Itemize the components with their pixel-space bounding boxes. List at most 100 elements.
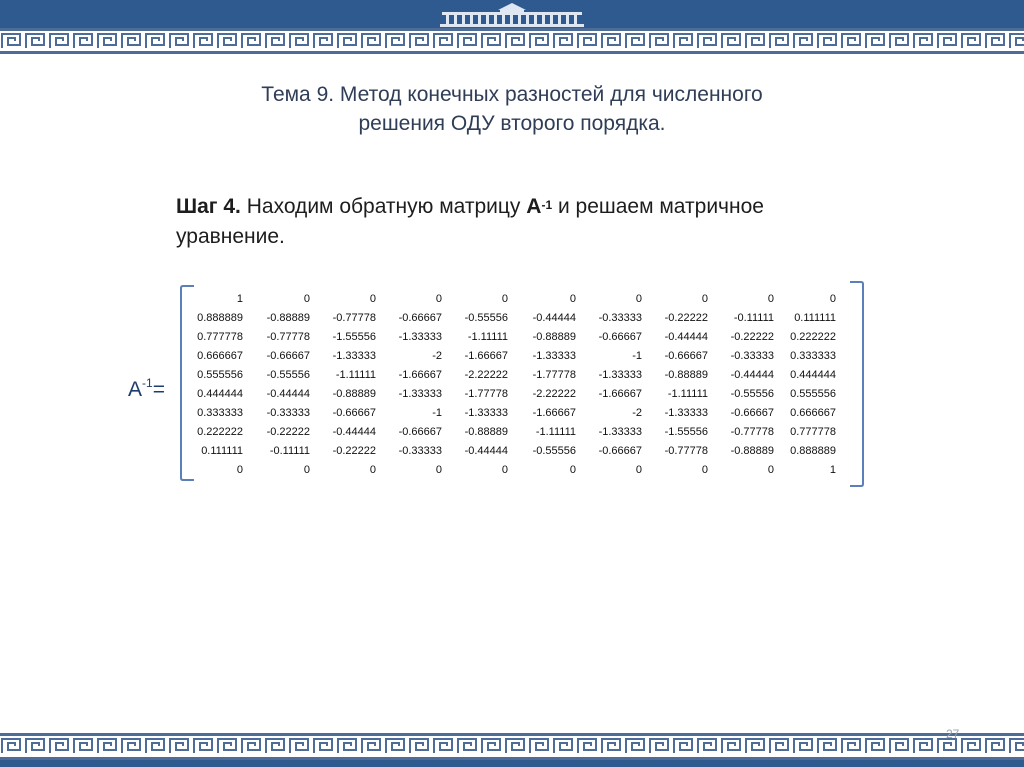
matrix-cell: -1.33333 [664, 406, 708, 419]
matrix-cell: -1.11111 [535, 425, 576, 438]
matrix-cell: -0.66667 [730, 406, 774, 419]
meander-border-top [0, 28, 1024, 54]
matrix-cell: -0.88889 [664, 368, 708, 381]
matrix-label-equals: = [152, 378, 165, 401]
matrix-cell: -1.66667 [598, 387, 642, 400]
step-text-part3: уравнение. [176, 225, 285, 248]
matrix-cell: -0.66667 [398, 311, 442, 324]
matrix-cell: 0 [767, 463, 774, 476]
matrix-cell: -1.33333 [398, 330, 442, 343]
matrix-cell: 0.666667 [197, 349, 243, 362]
matrix-cell: -0.44444 [730, 368, 774, 381]
matrix-cell: 0 [501, 463, 508, 476]
slide-title: Тема 9. Метод конечных разностей для чис… [140, 80, 884, 138]
matrix-cell: -0.88889 [464, 425, 508, 438]
matrix-cell: -0.44444 [464, 444, 508, 457]
matrix-row: 0.666667 -0.66667 -1.33333 -2 -1.66667 -1.333… [186, 346, 836, 365]
matrix-cell: -0.66667 [332, 406, 376, 419]
matrix-cell: -0.44444 [266, 387, 310, 400]
matrix-cell: -1.55556 [332, 330, 376, 343]
matrix-cell: -1 [432, 406, 442, 419]
matrix-cell: 0.111111 [201, 444, 243, 457]
matrix-cell: -1.33333 [332, 349, 376, 362]
matrix-cell: 0.555556 [790, 387, 836, 400]
matrix-cell: -0.88889 [332, 387, 376, 400]
matrix-cell: -0.55556 [266, 368, 310, 381]
matrix-cell: -1.11111 [667, 387, 708, 400]
title-line-2: решения ОДУ второго порядка. [358, 112, 666, 135]
matrix-cell: -0.88889 [266, 311, 310, 324]
matrix-cell: -2 [632, 406, 642, 419]
step-description: Шаг 4. Находим обратную матрицу A-1 и ре… [176, 192, 856, 252]
matrix-row: 0.444444 -0.44444 -0.88889 -1.33333 -1.77778… [186, 384, 836, 403]
matrix-cell: -0.44444 [664, 330, 708, 343]
matrix-cell: -0.66667 [598, 330, 642, 343]
matrix-cell: 0 [767, 292, 774, 305]
matrix-row: 0.888889 -0.88889 -0.77778 -0.66667 -0.55556… [186, 308, 836, 327]
matrix-cell: -0.55556 [532, 444, 576, 457]
matrix-cell: -0.55556 [730, 387, 774, 400]
inverse-matrix-table: 1 0 0 0 0 0 0 0 0 0 0.888889 -0.88889 -0.77778 -0.666… [186, 289, 836, 479]
matrix-cell: -1.33333 [598, 425, 642, 438]
step-matrix-sup: -1 [541, 198, 553, 212]
matrix-cell: 0 [701, 292, 708, 305]
matrix-cell: -0.33333 [398, 444, 442, 457]
matrix-cell: 0.333333 [790, 349, 836, 362]
matrix-cell: -1.66667 [464, 349, 508, 362]
matrix-cell: 0 [569, 463, 576, 476]
matrix-cell: -1.55556 [664, 425, 708, 438]
matrix-cell: 0.555556 [197, 368, 243, 381]
matrix-cell: -1.77778 [532, 368, 576, 381]
matrix-row: 0.333333 -0.33333 -0.66667 -1 -1.33333 -1.666… [186, 403, 836, 422]
matrix-label-sup: -1 [142, 376, 153, 390]
matrix-cell: 0 [303, 292, 310, 305]
matrix-cell: 0 [701, 463, 708, 476]
matrix-cell: -0.66667 [664, 349, 708, 362]
matrix-row: 1 0 0 0 0 0 0 0 0 0 [186, 289, 836, 308]
matrix-cell: 0.888889 [790, 444, 836, 457]
title-line-1: Тема 9. Метод конечных разностей для чис… [261, 83, 763, 106]
matrix-row: 0.777778 -0.77778 -1.55556 -1.33333 -1.11111… [186, 327, 836, 346]
matrix-cell: -0.77778 [664, 444, 708, 457]
matrix-cell: -0.77778 [332, 311, 376, 324]
matrix-cell: -0.11111 [733, 311, 774, 324]
matrix-cell: -0.66667 [598, 444, 642, 457]
matrix-row: 0.111111 -0.11111 -0.22222 -0.33333 -0.44444… [186, 441, 836, 460]
matrix-cell: 0.333333 [197, 406, 243, 419]
matrix-cell: -0.55556 [464, 311, 508, 324]
matrix-cell: 0.222222 [790, 330, 836, 343]
matrix-cell: -1.33333 [398, 387, 442, 400]
matrix-cell: 0 [369, 463, 376, 476]
matrix-cell: -0.33333 [730, 349, 774, 362]
step-text-part1: Находим обратную матрицу [246, 195, 521, 218]
university-building-logo [432, 0, 592, 28]
matrix-cell: -0.88889 [730, 444, 774, 457]
matrix-row: 0.555556 -0.55556 -1.11111 -1.66667 -2.22222… [186, 365, 836, 384]
page-number: 27 [946, 727, 960, 741]
matrix-label-symbol: A [128, 378, 143, 401]
matrix-cell: 0.777778 [197, 330, 243, 343]
matrix-cell: -0.22222 [664, 311, 708, 324]
matrix-cell: -0.77778 [266, 330, 310, 343]
step-text-part2: и решаем матричное [557, 195, 764, 218]
matrix-cell: 0.444444 [197, 387, 243, 400]
step-matrix-symbol: A [526, 195, 542, 218]
step-label: Шаг 4. [176, 195, 241, 218]
matrix-cell: 0 [435, 292, 442, 305]
matrix-cell: -1.33333 [598, 368, 642, 381]
matrix-cell: -2.22222 [464, 368, 508, 381]
matrix-cell: -1.33333 [532, 349, 576, 362]
matrix-cell: 0 [303, 463, 310, 476]
matrix-cell: -0.66667 [266, 349, 310, 362]
matrix-cell: 0.111111 [794, 311, 836, 324]
matrix-cell: -2 [432, 349, 442, 362]
matrix-cell: -2.22222 [532, 387, 576, 400]
matrix-cell: 0.222222 [197, 425, 243, 438]
matrix-cell: -1.66667 [398, 368, 442, 381]
matrix-row: 0 0 0 0 0 0 0 0 0 1 [186, 460, 836, 479]
matrix-cell: -1.33333 [464, 406, 508, 419]
matrix-cell: 0 [635, 463, 642, 476]
matrix-cell: -0.44444 [332, 425, 376, 438]
matrix-cell: -1.66667 [532, 406, 576, 419]
matrix-cell: -1.11111 [467, 330, 508, 343]
